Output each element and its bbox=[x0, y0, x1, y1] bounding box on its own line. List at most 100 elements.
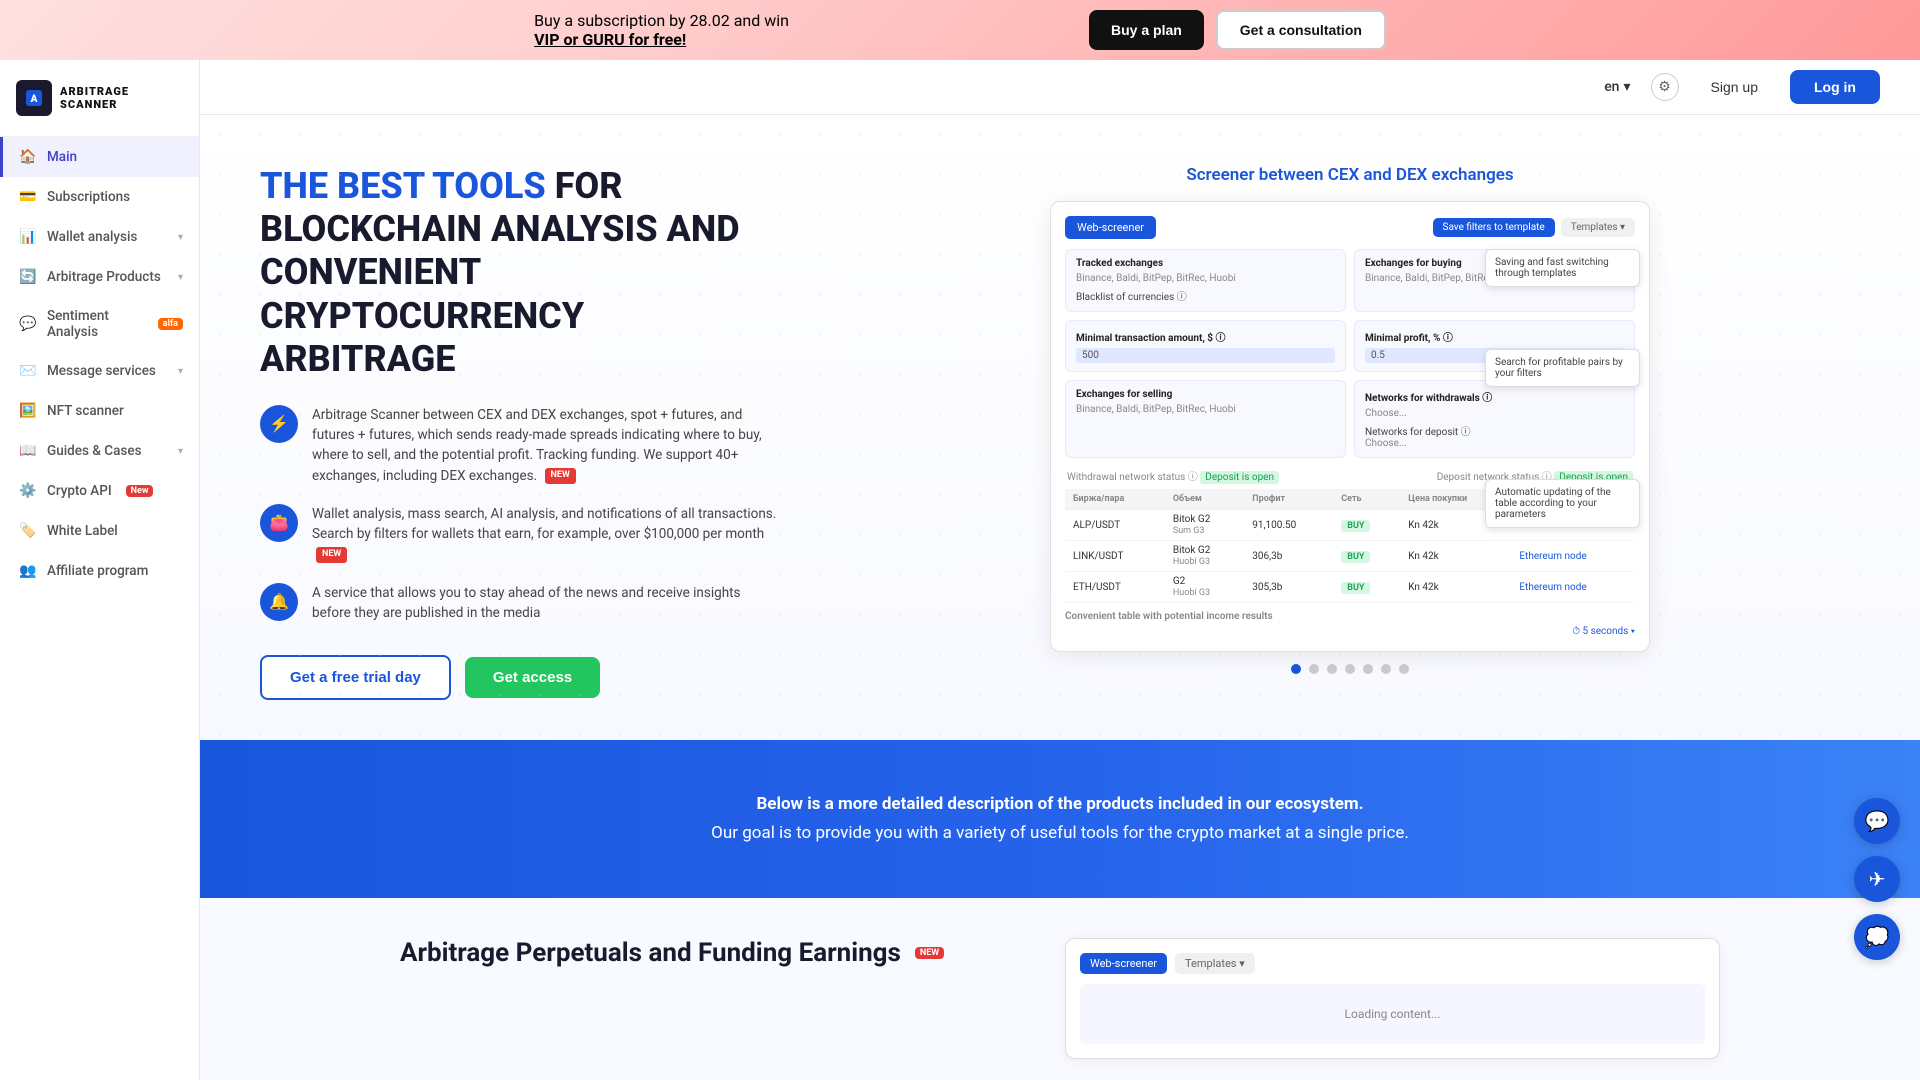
white-label-icon: 🏷️ bbox=[19, 522, 37, 540]
save-filters-btn[interactable]: Save filters to template bbox=[1433, 218, 1555, 237]
product-section: Arbitrage Perpetuals and Funding Earning… bbox=[200, 898, 1920, 1080]
tooltip-auto-update: Automatic updating of the table accordin… bbox=[1485, 479, 1640, 528]
feature-item-wallet: 👛 Wallet analysis, mass search, AI analy… bbox=[260, 504, 780, 565]
product-title: Arbitrage Perpetuals and Funding Earning… bbox=[400, 938, 1025, 968]
product-mockup-header: Web-screener Templates ▾ bbox=[1080, 953, 1705, 974]
feature-item-news: 🔔 A service that allows you to stay ahea… bbox=[260, 583, 780, 624]
sidebar-item-nft-scanner[interactable]: 🖼️ NFT scanner bbox=[0, 391, 199, 431]
whatsapp-button[interactable]: 💬 bbox=[1854, 798, 1900, 844]
chevron-down-icon-3: ▾ bbox=[178, 366, 183, 377]
language-selector[interactable]: en ▾ bbox=[1604, 79, 1630, 95]
dot-6[interactable] bbox=[1381, 664, 1391, 674]
sidebar-item-wallet-analysis[interactable]: 📊 Wallet analysis ▾ bbox=[0, 217, 199, 257]
new-badge-feature1: NEW bbox=[545, 468, 576, 484]
settings-button[interactable]: ⚙ bbox=[1651, 73, 1679, 101]
hero-right: Screener between CEX and DEX exchanges W… bbox=[840, 165, 1860, 700]
nft-icon: 🖼️ bbox=[19, 402, 37, 420]
dot-4[interactable] bbox=[1345, 664, 1355, 674]
mockup-content: Tracked exchanges Binance, Baldi, BitPep… bbox=[1065, 249, 1635, 603]
signup-button[interactable]: Sign up bbox=[1699, 71, 1770, 103]
dots-navigation bbox=[1291, 664, 1409, 674]
guides-icon: 📖 bbox=[19, 442, 37, 460]
login-button[interactable]: Log in bbox=[1790, 70, 1880, 104]
logo-icon: A bbox=[16, 80, 52, 116]
tooltip-filters: Search for profitable pairs by your filt… bbox=[1485, 349, 1640, 387]
web-screener-tab[interactable]: Web-screener bbox=[1065, 216, 1156, 239]
chat-button[interactable]: 💭 bbox=[1854, 914, 1900, 960]
arbitrage-icon: 🔄 bbox=[19, 268, 37, 286]
sidebar-item-crypto-api[interactable]: ⚙️ Crypto API New bbox=[0, 471, 199, 511]
sidebar-item-white-label[interactable]: 🏷️ White Label bbox=[0, 511, 199, 551]
sidebar-item-subscriptions[interactable]: 💳 Subscriptions bbox=[0, 177, 199, 217]
screener-mockup: Web-screener Save filters to template Te… bbox=[1050, 201, 1650, 652]
networks-withdrawal-card: Networks for withdrawals ⓘ Choose... Net… bbox=[1354, 380, 1635, 458]
sentiment-icon: 💬 bbox=[19, 315, 37, 333]
dot-1[interactable] bbox=[1291, 664, 1301, 674]
header-bar: en ▾ ⚙ Sign up Log in bbox=[200, 60, 1920, 115]
tooltip-templates: Saving and fast switching through templa… bbox=[1485, 249, 1640, 287]
affiliate-icon: 👥 bbox=[19, 562, 37, 580]
chevron-down-icon-4: ▾ bbox=[178, 446, 183, 457]
product-new-badge: NEW bbox=[915, 947, 944, 959]
table-row: ETH/USDT G2Huobi G3 305,3b BUY Kn 42k Et… bbox=[1065, 572, 1635, 603]
new-badge: New bbox=[126, 485, 154, 497]
wallet-icon: 📊 bbox=[19, 228, 37, 246]
templates-btn[interactable]: Templates ▾ bbox=[1561, 218, 1635, 237]
chevron-down-icon-2: ▾ bbox=[178, 272, 183, 283]
product-info: Arbitrage Perpetuals and Funding Earning… bbox=[400, 938, 1025, 976]
news-feature-icon: 🔔 bbox=[260, 583, 298, 621]
hero-cta: Get a free trial day Get access bbox=[260, 655, 780, 700]
top-banner: Buy a subscription by 28.02 and win VIP … bbox=[0, 0, 1920, 60]
feature-item-arbitrage: ⚡ Arbitrage Scanner between CEX and DEX … bbox=[260, 405, 780, 486]
subscriptions-icon: 💳 bbox=[19, 188, 37, 206]
new-badge-feature2: NEW bbox=[316, 547, 347, 563]
blue-banner: Below is a more detailed description of … bbox=[200, 740, 1920, 898]
arbitrage-feature-icon: ⚡ bbox=[260, 405, 298, 443]
dot-2[interactable] bbox=[1309, 664, 1319, 674]
alfa-badge: alfa bbox=[158, 318, 183, 330]
mockup-header: Web-screener Save filters to template Te… bbox=[1065, 216, 1635, 239]
trial-button[interactable]: Get a free trial day bbox=[260, 655, 451, 700]
product-mockup: Web-screener Templates ▾ Loading content… bbox=[1065, 938, 1720, 1059]
logo-text: ARBITRAGE SCANNER bbox=[60, 85, 129, 111]
logo-area: A ARBITRAGE SCANNER bbox=[0, 60, 199, 137]
sidebar-item-guides-cases[interactable]: 📖 Guides & Cases ▾ bbox=[0, 431, 199, 471]
api-icon: ⚙️ bbox=[19, 482, 37, 500]
access-button[interactable]: Get access bbox=[465, 657, 600, 698]
banner-text: Buy a subscription by 28.02 and win VIP … bbox=[534, 11, 789, 49]
templates-tab-2[interactable]: Templates ▾ bbox=[1175, 953, 1255, 974]
home-icon: 🏠 bbox=[19, 148, 37, 166]
buy-plan-button[interactable]: Buy a plan bbox=[1089, 10, 1204, 50]
floating-buttons: 💬 ✈ 💭 bbox=[1854, 798, 1900, 960]
dot-5[interactable] bbox=[1363, 664, 1373, 674]
banner-buttons: Buy a plan Get a consultation bbox=[1089, 10, 1386, 50]
dot-7[interactable] bbox=[1399, 664, 1409, 674]
table-note: Convenient table with potential income r… bbox=[1065, 611, 1635, 622]
screener-title: Screener between CEX and DEX exchanges bbox=[1186, 165, 1513, 185]
content-area: en ▾ ⚙ Sign up Log in THE BEST TOOLS FOR… bbox=[200, 60, 1920, 1080]
hero-section: THE BEST TOOLS FORBLOCKCHAIN ANALYSIS AN… bbox=[200, 115, 1920, 740]
hero-features: ⚡ Arbitrage Scanner between CEX and DEX … bbox=[260, 405, 780, 623]
sidebar: A ARBITRAGE SCANNER 🏠 Main 💳 Subscriptio… bbox=[0, 60, 200, 1080]
min-transaction-card: Minimal transaction amount, $ ⓘ 500 bbox=[1065, 320, 1346, 372]
page-content: THE BEST TOOLS FORBLOCKCHAIN ANALYSIS AN… bbox=[200, 115, 1920, 1080]
sidebar-item-arbitrage-products[interactable]: 🔄 Arbitrage Products ▾ bbox=[0, 257, 199, 297]
exchanges-selling-card: Exchanges for selling Binance, Baldi, Bi… bbox=[1065, 380, 1346, 458]
telegram-button[interactable]: ✈ bbox=[1854, 856, 1900, 902]
consultation-button[interactable]: Get a consultation bbox=[1216, 10, 1386, 50]
sidebar-item-affiliate[interactable]: 👥 Affiliate program bbox=[0, 551, 199, 591]
hero-left: THE BEST TOOLS FORBLOCKCHAIN ANALYSIS AN… bbox=[260, 165, 780, 700]
sidebar-item-main[interactable]: 🏠 Main bbox=[0, 137, 199, 177]
sidebar-item-sentiment-analysis[interactable]: 💬 Sentiment Analysis alfa bbox=[0, 297, 199, 351]
table-row: LINK/USDT Bitok G2Huobi G3 306,3b BUY Kn… bbox=[1065, 541, 1635, 572]
web-screener-tab-2[interactable]: Web-screener bbox=[1080, 953, 1167, 974]
update-timer: ⏱ 5 seconds ▾ bbox=[1065, 626, 1635, 637]
tracked-exchanges-card: Tracked exchanges Binance, Baldi, BitPep… bbox=[1065, 249, 1346, 312]
svg-text:A: A bbox=[30, 94, 38, 105]
dot-3[interactable] bbox=[1327, 664, 1337, 674]
chevron-down-icon: ▾ bbox=[178, 232, 183, 243]
wallet-feature-icon: 👛 bbox=[260, 504, 298, 542]
main-layout: A ARBITRAGE SCANNER 🏠 Main 💳 Subscriptio… bbox=[0, 60, 1920, 1080]
sidebar-item-message-services[interactable]: ✉️ Message services ▾ bbox=[0, 351, 199, 391]
product-mockup-content: Loading content... bbox=[1080, 984, 1705, 1044]
